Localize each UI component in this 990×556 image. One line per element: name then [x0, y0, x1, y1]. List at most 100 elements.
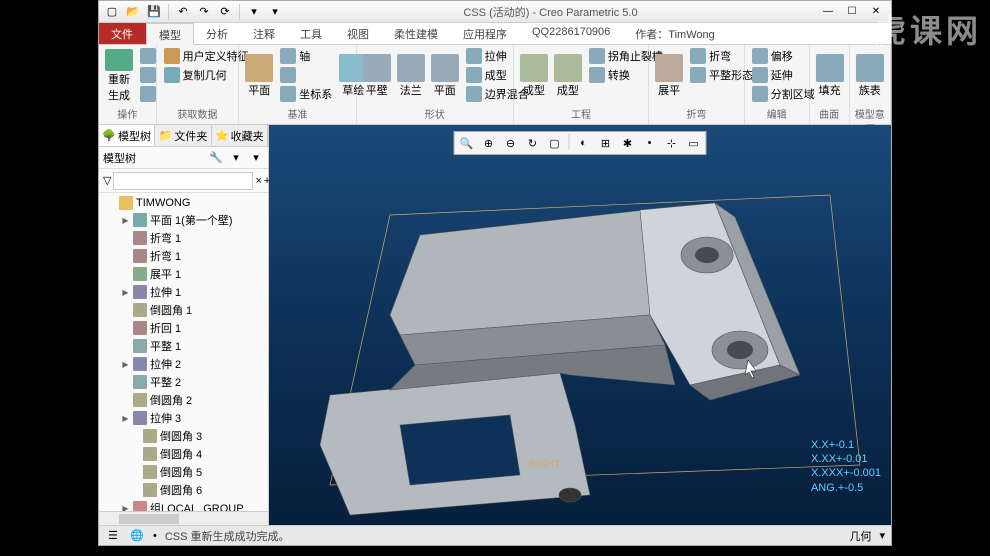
new-icon[interactable]: ▢	[103, 3, 121, 21]
expander-icon[interactable]: ▶	[121, 216, 130, 225]
tree-search-input[interactable]	[113, 172, 253, 190]
tree-item[interactable]: 折弯 1	[101, 247, 266, 265]
tab-model[interactable]: 模型	[146, 23, 194, 45]
csys-button[interactable]: 坐标系	[277, 85, 335, 103]
model-tree[interactable]: TIMWONG▶平面 1(第一个壁)折弯 1折弯 1展平 1▶拉伸 1倒圆角 1…	[99, 193, 268, 511]
flange-button[interactable]: 法兰	[395, 47, 427, 105]
expander-icon[interactable]	[131, 486, 140, 495]
unbend-button[interactable]: 展平	[653, 47, 685, 105]
zoom-out-icon[interactable]: ⊖	[501, 134, 521, 152]
rip-button[interactable]: 成型	[518, 47, 550, 105]
flat-button[interactable]: 平面	[429, 47, 461, 105]
tab-apps[interactable]: 应用程序	[451, 23, 520, 44]
tree-item[interactable]: ▶组LOCAL_GROUP	[101, 499, 266, 511]
refit-icon[interactable]: 🔍	[457, 134, 477, 152]
regenerate-button[interactable]: 重新生成	[103, 47, 135, 105]
tree-settings-icon[interactable]: 🔧	[208, 150, 224, 166]
selection-filter[interactable]: 几何	[849, 528, 871, 544]
tree-item[interactable]: ▶拉伸 3	[101, 409, 266, 427]
axis-button[interactable]: 轴	[277, 47, 335, 65]
redo-icon[interactable]: ↷	[195, 3, 213, 21]
close-button[interactable]: ✕	[865, 4, 887, 20]
windows-icon[interactable]: ▾	[245, 3, 263, 21]
expander-icon[interactable]	[121, 270, 130, 279]
expander-icon[interactable]: ▶	[121, 414, 130, 423]
display-style-icon[interactable]: ◐	[574, 134, 594, 152]
expander-icon[interactable]	[131, 432, 140, 441]
status-tree-icon[interactable]: ☰	[105, 528, 121, 544]
tab-model-tree[interactable]: 🌳模型树	[99, 125, 155, 146]
tree-item[interactable]: 平整 1	[101, 337, 266, 355]
tree-item[interactable]: 折回 1	[101, 319, 266, 337]
undo-icon[interactable]: ↶	[174, 3, 192, 21]
tree-item[interactable]: 倒圆角 1	[101, 301, 266, 319]
expander-icon[interactable]	[131, 450, 140, 459]
tab-view[interactable]: 视图	[335, 23, 382, 44]
tree-item[interactable]: 平整 2	[101, 373, 266, 391]
expander-icon[interactable]: ▶	[121, 288, 130, 297]
tab-qq[interactable]: QQ2286170906	[520, 23, 623, 44]
tree-item[interactable]: 折弯 1	[101, 229, 266, 247]
expander-icon[interactable]	[131, 468, 140, 477]
close-win-icon[interactable]: ▾	[266, 3, 284, 21]
tab-author[interactable]: 作者：TimWong	[623, 23, 727, 44]
point-button[interactable]	[277, 66, 335, 84]
expander-icon[interactable]	[121, 342, 130, 351]
tree-item[interactable]: ▶拉伸 2	[101, 355, 266, 373]
copygeo-button[interactable]: 复制几何	[161, 66, 252, 84]
expander-icon[interactable]	[121, 324, 130, 333]
split-button[interactable]: 分割区域	[749, 85, 818, 103]
tree-item[interactable]: 展平 1	[101, 265, 266, 283]
tree-show-icon[interactable]: ▾	[228, 150, 244, 166]
expander-icon[interactable]	[121, 252, 130, 261]
spin-icon[interactable]: ↻	[523, 134, 543, 152]
filter-icon[interactable]: ▽	[103, 173, 111, 189]
tree-item[interactable]: 倒圆角 6	[101, 481, 266, 499]
expander-icon[interactable]	[121, 378, 130, 387]
save-icon[interactable]: 💾	[145, 3, 163, 21]
tab-favorites[interactable]: ⭐收藏夹	[212, 125, 268, 146]
datum-display-icon[interactable]: ⊞	[596, 134, 616, 152]
minimize-button[interactable]: —	[817, 4, 839, 20]
maximize-button[interactable]: ☐	[841, 4, 863, 20]
tree-item[interactable]: TIMWONG	[101, 195, 266, 211]
udf-button[interactable]: 用户定义特征	[161, 47, 252, 65]
fill-button[interactable]: 填充	[814, 47, 846, 105]
tab-flex[interactable]: 柔性建模	[382, 23, 451, 44]
expander-icon[interactable]	[107, 199, 116, 208]
point-display-icon[interactable]: •	[640, 134, 660, 152]
named-view-icon[interactable]: ▢	[545, 134, 565, 152]
tree-item[interactable]: 倒圆角 4	[101, 445, 266, 463]
zoom-in-icon[interactable]: ⊕	[479, 134, 499, 152]
family-button[interactable]: 族表	[854, 47, 886, 105]
expander-icon[interactable]	[121, 306, 130, 315]
filter-dropdown-icon[interactable]: ▾	[879, 529, 885, 542]
axis-display-icon[interactable]: ✱	[618, 134, 638, 152]
viewport[interactable]: 🔍 ⊕ ⊖ ↻ ▢ ◐ ⊞ ✱ • ⊹ ▭	[269, 125, 891, 525]
csys-display-icon[interactable]: ⊹	[662, 134, 682, 152]
tree-item[interactable]: 倒圆角 3	[101, 427, 266, 445]
expander-icon[interactable]: ▶	[121, 360, 130, 369]
expander-icon[interactable]: ▶	[121, 504, 130, 512]
tree-item[interactable]: ▶拉伸 1	[101, 283, 266, 301]
annotate-display-icon[interactable]: ▭	[684, 134, 704, 152]
offset-button[interactable]: 偏移	[749, 47, 818, 65]
tab-analysis[interactable]: 分析	[194, 23, 241, 44]
expander-icon[interactable]	[121, 234, 130, 243]
tree-filter-icon[interactable]: ▾	[248, 150, 264, 166]
tree-scrollbar[interactable]	[99, 511, 268, 525]
regen-icon[interactable]: ⟳	[216, 3, 234, 21]
expander-icon[interactable]	[121, 396, 130, 405]
tab-tools[interactable]: 工具	[288, 23, 335, 44]
tree-item[interactable]: ▶平面 1(第一个壁)	[101, 211, 266, 229]
plane-button[interactable]: 平面	[243, 47, 275, 105]
planar-button[interactable]: 平壁	[361, 47, 393, 105]
tab-annotate[interactable]: 注释	[241, 23, 288, 44]
clear-filter-icon[interactable]: ×	[255, 173, 261, 189]
open-icon[interactable]: 📂	[124, 3, 142, 21]
status-browser-icon[interactable]: 🌐	[129, 528, 145, 544]
tab-file[interactable]: 文件	[99, 23, 146, 44]
ext-button[interactable]: 延伸	[749, 66, 818, 84]
form2-button[interactable]: 成型	[552, 47, 584, 105]
tree-item[interactable]: 倒圆角 2	[101, 391, 266, 409]
